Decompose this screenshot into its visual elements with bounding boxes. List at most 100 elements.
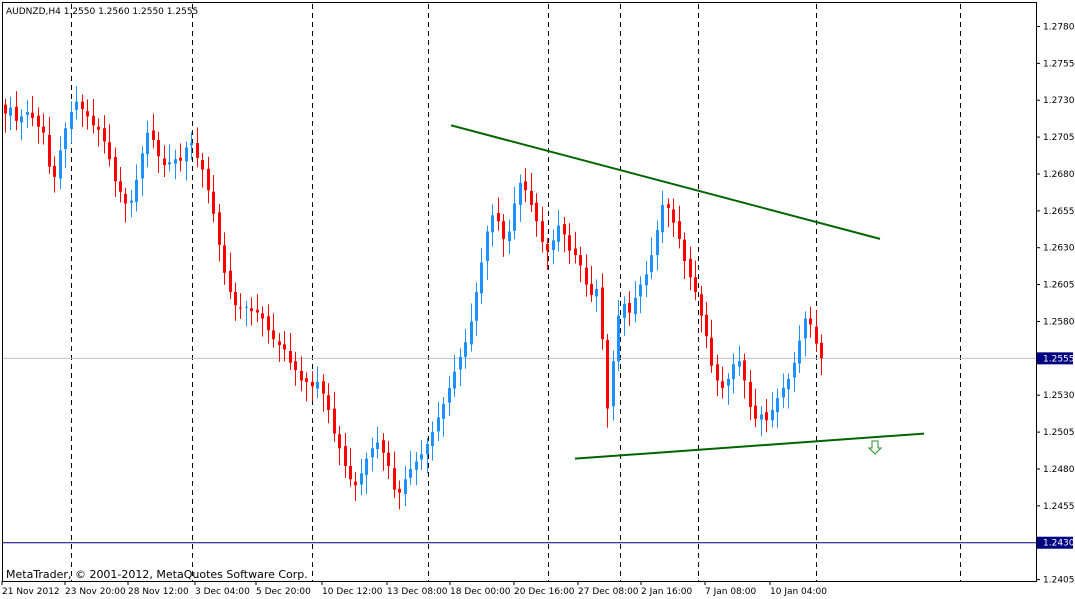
candle-body xyxy=(672,209,675,223)
candle-body xyxy=(415,461,418,470)
candle-body xyxy=(344,446,347,467)
price-tick-label: 1.2455 xyxy=(1043,502,1075,512)
candle-body xyxy=(393,468,396,490)
candle-body xyxy=(387,452,390,467)
candle-body xyxy=(4,104,7,114)
candle-body xyxy=(590,283,593,295)
candle-body xyxy=(519,182,522,205)
price-tick-label: 1.2705 xyxy=(1043,133,1075,143)
candle-body xyxy=(207,168,210,191)
candle-body xyxy=(508,231,511,242)
time-tick-label: 20 Dec 16:00 xyxy=(514,587,575,597)
price-tick-label: 1.2680 xyxy=(1043,170,1075,180)
candle-body xyxy=(623,303,626,318)
price-tick-label: 1.2480 xyxy=(1043,465,1075,475)
candle-body xyxy=(552,240,555,250)
candle-body xyxy=(787,379,790,390)
candle-body xyxy=(732,364,735,379)
candle-body xyxy=(234,291,237,306)
candle-body xyxy=(64,128,67,149)
candle-body xyxy=(656,230,659,256)
candle-body xyxy=(239,307,242,309)
candle-body xyxy=(114,157,117,182)
candle-body xyxy=(765,412,768,421)
candle-body xyxy=(820,342,823,359)
price-tick-label: 1.2730 xyxy=(1043,96,1075,106)
candle-body xyxy=(798,340,801,364)
candle-body xyxy=(365,458,368,475)
candle-body xyxy=(354,481,357,486)
candle-body xyxy=(782,387,785,398)
candle-body xyxy=(689,258,692,278)
candle-body xyxy=(201,159,204,170)
candle-body xyxy=(256,309,259,313)
candle-body xyxy=(404,479,407,495)
candle-body xyxy=(727,379,730,386)
candle-body xyxy=(568,235,571,251)
candle-body xyxy=(360,473,363,485)
candle-body xyxy=(338,434,341,449)
candle-body xyxy=(261,313,264,319)
candle-body xyxy=(437,417,440,432)
candle-body xyxy=(185,147,188,162)
candle-body xyxy=(574,248,577,256)
symbol-header: AUDNZD,H4 1.2550 1.2560 1.2550 1.2555 xyxy=(6,7,198,17)
candle-body xyxy=(694,277,697,292)
price-chart[interactable]: 1.2780 1.2755 1.2730 1.2705 1.2680 1.2655 1.26… xyxy=(0,0,1075,599)
candle-body xyxy=(130,200,133,203)
candle-body xyxy=(190,143,193,146)
price-tick-label: 1.2655 xyxy=(1043,207,1075,217)
candle-body xyxy=(86,111,89,117)
candle-body xyxy=(327,395,330,410)
candle-body xyxy=(480,262,483,294)
price-tick-label: 1.2605 xyxy=(1043,281,1075,291)
candle-body xyxy=(103,128,106,142)
candle-body xyxy=(26,112,29,115)
candle-body xyxy=(530,190,533,205)
time-tick-label: 21 Nov 2012 xyxy=(2,587,60,597)
candle-body xyxy=(804,318,807,339)
candle-body xyxy=(245,306,248,308)
price-tick-label: 1.2530 xyxy=(1043,391,1075,401)
candle-body xyxy=(70,112,73,129)
candle-body xyxy=(771,409,774,421)
price-tick-label: 1.2755 xyxy=(1043,59,1075,69)
candle-body xyxy=(541,221,544,242)
candle-body xyxy=(371,448,374,458)
candle-body xyxy=(470,321,473,345)
current-price-label: 1.2555 xyxy=(1043,354,1075,364)
candle-body xyxy=(793,362,796,378)
candle-body xyxy=(683,239,686,261)
candle-body xyxy=(502,221,505,239)
candle-body xyxy=(278,341,281,346)
candle-body xyxy=(475,291,478,321)
candle-body xyxy=(20,116,23,123)
candle-body xyxy=(453,371,456,389)
candle-body xyxy=(459,356,462,370)
candle-body xyxy=(738,361,741,367)
candle-body xyxy=(513,203,516,231)
candle-body xyxy=(612,361,615,407)
candle-body xyxy=(92,115,95,126)
candle-body xyxy=(705,314,708,337)
time-tick-label: 10 Jan 04:00 xyxy=(770,587,827,597)
candle-body xyxy=(229,270,232,292)
candle-body xyxy=(809,318,812,325)
candle-body xyxy=(333,408,336,434)
candle-body xyxy=(305,378,308,382)
candle-body xyxy=(606,339,609,409)
price-tick-label: 1.2780 xyxy=(1043,22,1075,32)
candle-body xyxy=(311,381,314,387)
time-tick-label: 5 Dec 20:00 xyxy=(256,587,311,597)
candle-body xyxy=(322,381,325,394)
candle-body xyxy=(316,381,319,389)
candle-body xyxy=(595,289,598,297)
candle-body xyxy=(743,360,746,381)
candle-body xyxy=(53,165,56,177)
candle-body xyxy=(749,381,752,408)
candle-body xyxy=(31,112,34,118)
candle-body xyxy=(300,370,303,381)
candle-body xyxy=(628,303,631,313)
candle-body xyxy=(420,454,423,460)
candle-body xyxy=(426,443,429,455)
